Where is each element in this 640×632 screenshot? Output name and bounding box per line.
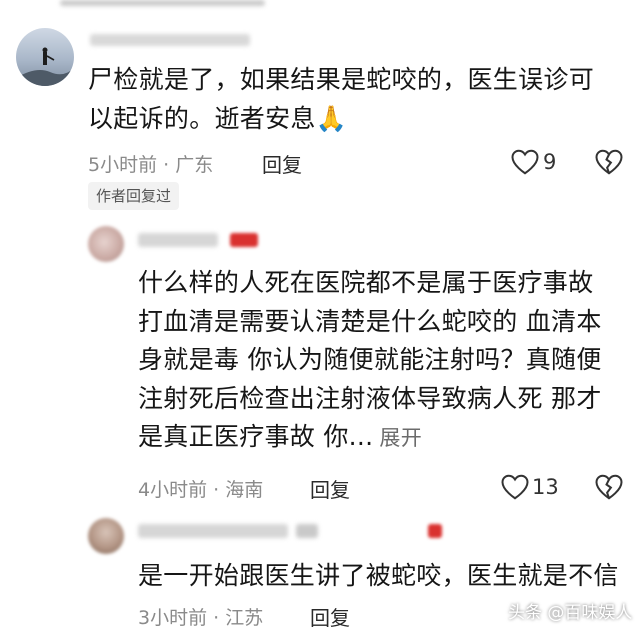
avatar-figure <box>16 47 74 86</box>
comment-time: 3小时前 <box>138 607 208 629</box>
blurred-badge <box>296 524 318 538</box>
comment-location: 海南 <box>225 479 264 501</box>
comment-location: 江苏 <box>225 607 264 629</box>
reply-text: 什么样的人死在医院都不是属于医疗事故 打血清是需要认清楚是什么蛇咬的 血清本 身… <box>138 268 602 451</box>
broken-heart-icon[interactable] <box>594 148 624 176</box>
comment-meta: 4小时前 · 海南 <box>138 479 264 501</box>
heart-icon[interactable] <box>510 148 540 176</box>
comment-time: 4小时前 <box>138 479 208 501</box>
blurred-username <box>138 233 218 247</box>
expand-link[interactable]: 展开 <box>379 426 422 450</box>
avatar[interactable] <box>16 28 74 86</box>
blurred-top-text <box>60 0 265 6</box>
blurred-badge <box>230 233 258 247</box>
broken-heart-icon[interactable] <box>594 473 624 501</box>
comment-time: 5小时前 <box>88 154 158 176</box>
comment-meta: 5小时前 · 广东 <box>88 154 214 176</box>
like-count: 13 <box>532 475 559 499</box>
comment-meta: 3小时前 · 江苏 <box>138 607 264 629</box>
like-count: 9 <box>543 150 557 174</box>
reply-button[interactable]: 回复 <box>262 149 302 178</box>
heart-icon[interactable] <box>500 473 530 501</box>
author-replied-badge: 作者回复过 <box>88 182 180 210</box>
reply-button[interactable]: 回复 <box>310 602 350 631</box>
watermark: 头条 @百味娱人 <box>508 603 633 623</box>
reply-button[interactable]: 回复 <box>310 474 350 503</box>
blurred-username <box>138 524 288 538</box>
comment-location: 广东 <box>175 154 214 176</box>
blurred-username <box>90 34 250 46</box>
reply-text: 是一开始跟医生讲了被蛇咬，医生就是不信 <box>138 561 619 590</box>
avatar[interactable] <box>88 518 124 554</box>
comment-text: 尸检就是了，如果结果是蛇咬的，医生误诊可 以起诉的。逝者安息🙏 <box>88 65 595 133</box>
avatar[interactable] <box>88 226 124 262</box>
blurred-badge-red <box>428 524 442 538</box>
